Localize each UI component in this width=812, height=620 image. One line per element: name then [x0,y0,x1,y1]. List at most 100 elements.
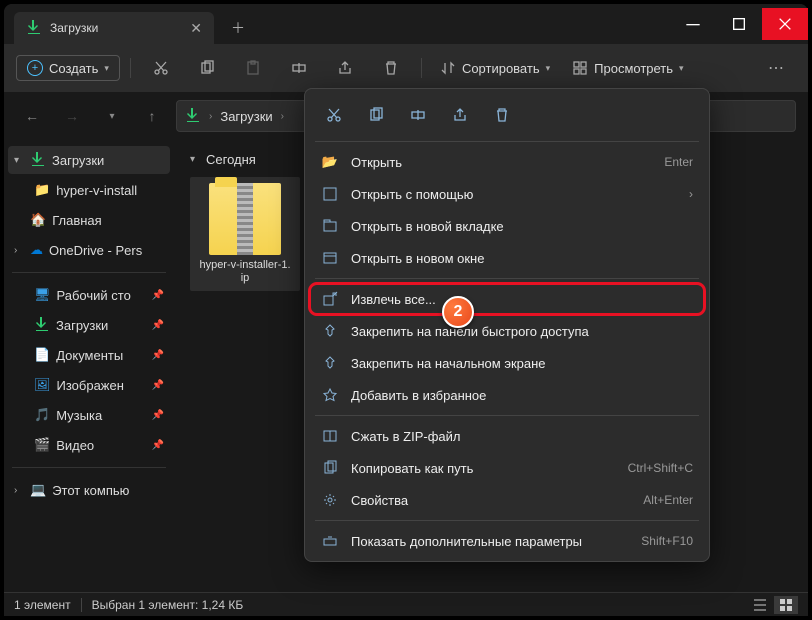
delete-button[interactable] [371,52,411,84]
ctx-favorite[interactable]: Добавить в избранное [309,379,705,411]
tab-label: Загрузки [50,21,98,35]
more-icon [321,533,339,549]
ctx-pin-start[interactable]: Закрепить на начальном экране [309,347,705,379]
toolbar: + Создать ▾ Сортировать ▾ Просмотреть ▾ … [4,44,808,92]
new-tab-button[interactable]: ＋ [222,12,254,44]
window-controls [670,8,808,40]
tab-downloads[interactable]: Загрузки ✕ [14,12,214,44]
video-icon: 🎬 [34,437,50,453]
sidebar-item-desktop[interactable]: 🖥 Рабочий сто 📌 [8,281,170,309]
chevron-right-icon: › [14,245,24,256]
close-icon[interactable]: ✕ [190,20,202,37]
maximize-button[interactable] [716,8,762,40]
forward-button[interactable]: → [56,100,88,132]
close-button[interactable] [762,8,808,40]
desktop-icon: 🖥 [34,287,51,303]
sidebar-item-downloads[interactable]: ▾ Загрузки [8,146,170,174]
pin-icon: 📌 [152,320,164,331]
extract-icon [321,291,339,307]
list-view-button[interactable] [748,596,772,614]
ctx-compress[interactable]: Сжать в ZIP-файл [309,420,705,452]
zip-folder-icon [209,183,281,255]
ctx-extract-all[interactable]: Извлечь все... [309,283,705,315]
file-name: hyper-v-installer-1. ip [199,259,290,285]
rename-button[interactable] [279,52,319,84]
sidebar-item-video[interactable]: 🎬 Видео 📌 [8,431,170,459]
download-icon [26,19,42,38]
delete-button[interactable] [485,99,519,131]
chevron-down-icon: ▾ [104,63,109,74]
paste-button[interactable] [233,52,273,84]
document-icon: 📄 [34,347,50,363]
titlebar: Загрузки ✕ ＋ [4,4,808,44]
folder-icon: 📁 [34,182,50,198]
ctx-open-tab[interactable]: Открыть в новой вкладке [309,210,705,242]
download-icon [34,316,50,335]
gear-icon [321,492,339,508]
sidebar: ▾ Загрузки 📁 hyper-v-install 🏠 Главная ›… [4,140,174,592]
ctx-open-window[interactable]: Открыть в новом окне [309,242,705,274]
sidebar-item-pictures[interactable]: 🖼 Изображен 📌 [8,371,170,399]
cloud-icon: ☁ [30,242,43,258]
pin-icon: 📌 [152,350,164,361]
minimize-button[interactable] [670,8,716,40]
share-button[interactable] [443,99,477,131]
statusbar: 1 элемент Выбран 1 элемент: 1,24 КБ [4,592,808,616]
star-icon [321,387,339,403]
chevron-down-icon: ▾ [14,155,24,166]
music-icon: 🎵 [34,407,50,423]
status-count: 1 элемент [14,598,71,612]
ctx-open-with[interactable]: Открыть с помощью› [309,178,705,210]
chevron-right-icon: › [689,187,693,201]
view-button[interactable]: Просмотреть ▾ [564,60,691,76]
zip-icon [321,428,339,444]
ctx-pin-quick[interactable]: Закрепить на панели быстрого доступа [309,315,705,347]
file-item[interactable]: hyper-v-installer-1. ip [190,177,300,291]
home-icon: 🏠 [30,212,46,228]
download-icon [30,151,46,170]
pin-icon [321,355,339,371]
share-button[interactable] [325,52,365,84]
up-button[interactable]: ↑ [136,100,168,132]
ctx-copy-path[interactable]: Копировать как путьCtrl+Shift+C [309,452,705,484]
ctx-show-more[interactable]: Показать дополнительные параметрыShift+F… [309,525,705,557]
sidebar-item-documents[interactable]: 📄 Документы 📌 [8,341,170,369]
copy-button[interactable] [359,99,393,131]
ctx-open[interactable]: 📂ОткрытьEnter [309,146,705,178]
rename-button[interactable] [401,99,435,131]
app-icon [321,186,339,202]
pc-icon: 💻 [30,482,46,498]
folder-icon: 📂 [321,154,339,170]
plus-icon: + [27,60,43,76]
pin-icon: 📌 [152,380,164,391]
window-icon [321,250,339,266]
sidebar-item-downloads2[interactable]: Загрузки 📌 [8,311,170,339]
tab-icon [321,218,339,234]
pin-icon: 📌 [152,290,164,301]
cut-button[interactable] [141,52,181,84]
pin-icon [321,323,339,339]
sidebar-item-onedrive[interactable]: › ☁ OneDrive - Pers [8,236,170,264]
back-button[interactable]: ← [16,100,48,132]
sidebar-item-home[interactable]: 🏠 Главная [8,206,170,234]
image-icon: 🖼 [34,377,51,393]
more-button[interactable]: ⋯ [756,52,796,84]
step-badge: 2 [442,296,474,328]
sidebar-item-file[interactable]: 📁 hyper-v-install [8,176,170,204]
chevron-down-icon: ▾ [190,154,200,165]
sidebar-item-music[interactable]: 🎵 Музыка 📌 [8,401,170,429]
explorer-window: Загрузки ✕ ＋ + Создать ▾ Сортировать ▾ [4,4,808,616]
status-selected: Выбран 1 элемент: 1,24 КБ [92,598,244,612]
sort-button[interactable]: Сортировать ▾ [432,60,558,76]
cut-button[interactable] [317,99,351,131]
create-button[interactable]: + Создать ▾ [16,55,120,81]
download-icon [185,107,201,126]
chevron-down-icon[interactable]: ▾ [96,100,128,132]
ctx-properties[interactable]: СвойстваAlt+Enter [309,484,705,516]
copy-button[interactable] [187,52,227,84]
chevron-right-icon: › [14,485,24,496]
pin-icon: 📌 [152,440,164,451]
sidebar-item-thispc[interactable]: › 💻 Этот компью [8,476,170,504]
pin-icon: 📌 [152,410,164,421]
grid-view-button[interactable] [774,596,798,614]
